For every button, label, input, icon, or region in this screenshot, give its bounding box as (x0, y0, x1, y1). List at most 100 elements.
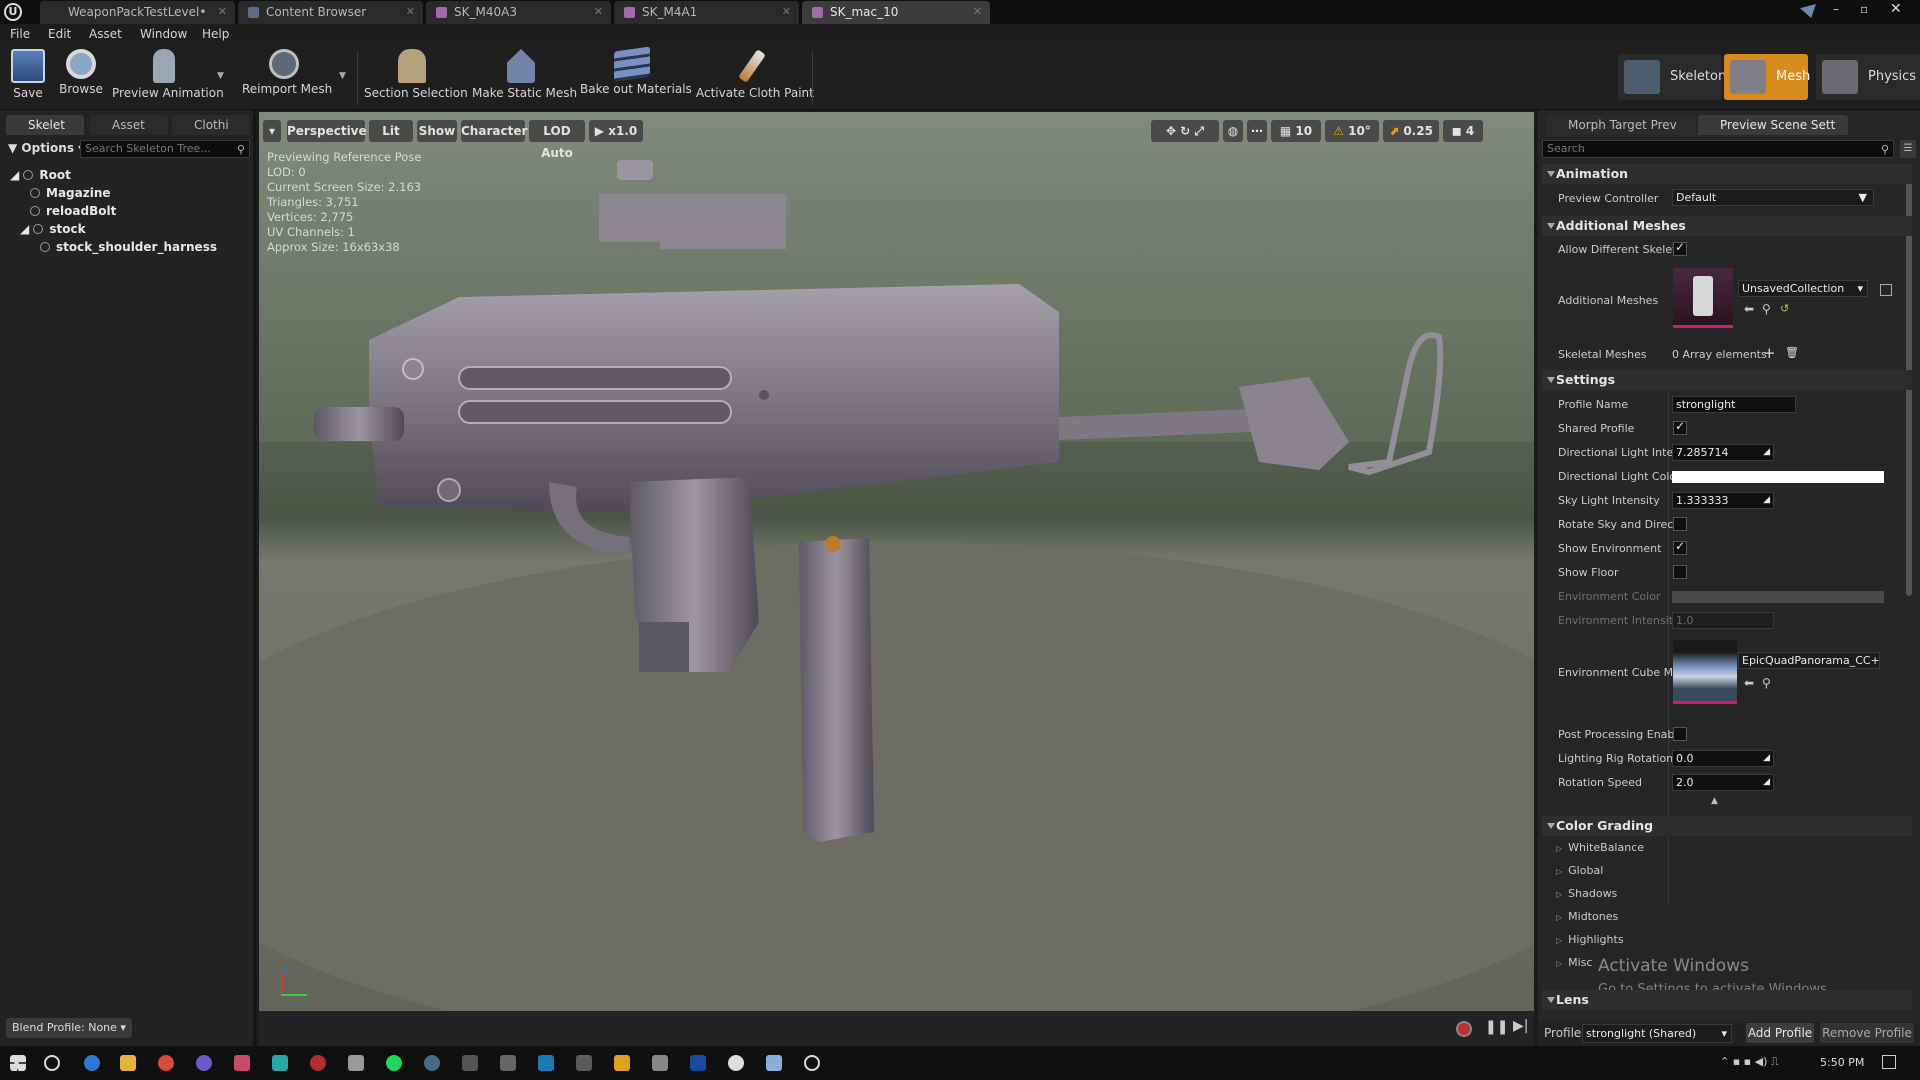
view-options-icon[interactable]: ☰ (1900, 140, 1916, 158)
environment-cube-map-dropdown[interactable]: EpicQuadPanorama_CC+E (1738, 652, 1880, 669)
show-floor-checkbox[interactable] (1673, 565, 1687, 579)
close-icon[interactable]: ✕ (218, 1, 227, 23)
color-grading-whitebalance[interactable]: WhiteBalance (1556, 841, 1644, 854)
use-selected-arrow-icon[interactable]: ⬅ (1744, 302, 1754, 316)
file-explorer-icon[interactable] (120, 1055, 136, 1071)
step-forward-button[interactable]: ▶| (1513, 1018, 1528, 1034)
profile-selector-dropdown[interactable]: stronglight (Shared) ▾ (1582, 1024, 1732, 1043)
scale-snap-button[interactable]: ⬈ 0.25 (1383, 120, 1439, 142)
reset-icon[interactable]: ↺ (1780, 302, 1789, 315)
browse-asset-icon[interactable]: ⚲ (1762, 302, 1771, 316)
record-button[interactable] (1456, 1021, 1472, 1037)
additional-meshes-dropdown[interactable]: UnsavedCollection ▾ (1738, 280, 1868, 297)
section-color-grading[interactable]: Color Grading (1542, 816, 1912, 836)
blend-profile-dropdown[interactable]: Blend Profile: None ▾ (6, 1018, 132, 1038)
cube-map-thumbnail[interactable] (1673, 640, 1737, 704)
allow-different-skeletons-checkbox[interactable] (1673, 240, 1687, 256)
directional-light-intensity-input[interactable]: 7.285714 ◢ (1672, 444, 1774, 461)
notification-icon[interactable] (1800, 4, 1816, 18)
app-icon-12[interactable] (652, 1055, 668, 1071)
trash-icon[interactable]: 🗑 (1785, 346, 1799, 359)
rotation-snap-button[interactable]: ⚠ 10° (1325, 120, 1379, 142)
app-icon-6[interactable] (348, 1055, 364, 1071)
app-icon-13[interactable] (728, 1055, 744, 1071)
menu-asset[interactable]: Asset (89, 27, 122, 41)
chevron-down-icon[interactable]: ▼ (217, 71, 224, 81)
environment-color-swatch[interactable] (1672, 591, 1884, 603)
menu-file[interactable]: File (10, 27, 30, 41)
unreal-taskbar-icon[interactable] (804, 1055, 820, 1071)
color-grading-highlights[interactable]: Highlights (1556, 933, 1623, 946)
chrome-icon[interactable] (158, 1055, 174, 1071)
tab-sk-mac-10[interactable]: SK_mac_10 ✕ (802, 1, 990, 24)
activate-cloth-paint-button[interactable]: Activate Cloth Paint (696, 49, 814, 107)
tree-item-magazine[interactable]: Magazine (30, 186, 111, 200)
surface-snap-icon[interactable]: ⋯ (1247, 120, 1267, 142)
maximize-icon[interactable]: ▫ (1860, 2, 1868, 16)
preview-controller-dropdown[interactable]: Default ▼ (1672, 189, 1874, 206)
pause-button[interactable]: ❚❚ (1485, 1019, 1508, 1035)
menu-window[interactable]: Window (140, 27, 187, 41)
character-button[interactable]: Character (461, 120, 527, 142)
collapse-advanced-icon[interactable]: ▲ (1711, 796, 1718, 806)
save-collection-icon[interactable] (1880, 284, 1892, 296)
tab-content-browser[interactable]: Content Browser ✕ (238, 1, 423, 24)
close-window-icon[interactable]: ✕ (1890, 1, 1902, 17)
app-icon-5[interactable] (310, 1055, 326, 1071)
browse-asset-icon[interactable]: ⚲ (1762, 676, 1771, 690)
profile-name-input[interactable]: stronglight (1672, 396, 1796, 413)
rotate-sky-checkbox[interactable] (1673, 517, 1687, 531)
show-environment-checkbox[interactable] (1673, 539, 1687, 555)
tab-morph-target-preview[interactable]: Morph Target Prev (1546, 115, 1696, 135)
make-static-mesh-button[interactable]: Make Static Mesh (472, 49, 577, 107)
spotify-icon[interactable] (386, 1055, 402, 1071)
close-icon[interactable]: ✕ (594, 1, 603, 23)
color-grading-global[interactable]: Global (1556, 864, 1603, 877)
app-icon-9[interactable] (538, 1055, 554, 1071)
tab-preview-scene-settings[interactable]: Preview Scene Sett (1698, 115, 1848, 135)
remove-profile-button[interactable]: Remove Profile (1820, 1023, 1914, 1043)
close-icon[interactable]: ✕ (406, 1, 415, 23)
mode-physics-button[interactable]: Physics (1816, 54, 1920, 100)
rotation-speed-input[interactable]: 2.0 ◢ (1672, 774, 1774, 791)
tree-item-reloadbolt[interactable]: reloadBolt (30, 204, 116, 218)
taskbar-clock[interactable]: 5:50 PM (1820, 1056, 1864, 1069)
app-icon-3[interactable] (234, 1055, 250, 1071)
tab-weaponpacktestlevel[interactable]: WeaponPackTestLevel• ✕ (40, 1, 235, 24)
color-grading-shadows[interactable]: Shadows (1556, 887, 1617, 900)
world-space-icon[interactable]: ◍ (1223, 120, 1243, 142)
app-icon-11[interactable] (614, 1055, 630, 1071)
tree-item-stock-shoulder-harness[interactable]: stock_shoulder_harness (40, 240, 217, 254)
add-element-icon[interactable]: + (1763, 344, 1776, 362)
lod-button[interactable]: LOD Auto (529, 120, 585, 160)
preview-animation-button[interactable]: Preview Animation (112, 49, 224, 107)
section-lens[interactable]: Lens (1542, 990, 1912, 1010)
app-icon-2[interactable] (196, 1055, 212, 1071)
grid-snap-button[interactable]: ▦ 10 (1271, 120, 1321, 142)
unreal-logo-icon[interactable]: U (4, 3, 22, 21)
app-icon-8[interactable] (500, 1055, 516, 1071)
show-button[interactable]: Show (417, 120, 457, 142)
tab-sk-m4a1[interactable]: SK_M4A1 ✕ (614, 1, 799, 24)
close-icon[interactable]: ✕ (973, 1, 982, 23)
use-selected-arrow-icon[interactable]: ⬅ (1744, 676, 1754, 690)
tree-item-stock[interactable]: ◢ stock (20, 222, 86, 236)
lighting-rig-rotation-input[interactable]: 0.0 ◢ (1672, 750, 1774, 767)
section-settings[interactable]: Settings (1542, 370, 1912, 390)
post-processing-checkbox[interactable] (1673, 727, 1687, 741)
bake-out-materials-button[interactable]: Bake out Materials (580, 46, 692, 107)
close-icon[interactable]: ✕ (782, 1, 791, 23)
details-search-input[interactable]: Search ⚲ (1542, 140, 1894, 158)
save-button[interactable]: Save (8, 49, 48, 107)
app-icon-10[interactable] (576, 1055, 592, 1071)
color-grading-midtones[interactable]: Midtones (1556, 910, 1618, 923)
section-animation[interactable]: Animation (1542, 164, 1912, 184)
menu-help[interactable]: Help (202, 27, 229, 41)
chevron-down-icon[interactable]: ▼ (339, 71, 346, 81)
tree-item-root[interactable]: ◢ Root (10, 168, 71, 182)
mode-skeleton-button[interactable]: Skeleton (1618, 54, 1726, 100)
reimport-mesh-button[interactable]: Reimport Mesh (242, 49, 332, 107)
viewport-options-dropdown[interactable]: ▾ (263, 120, 281, 142)
app-icon-14[interactable] (766, 1055, 782, 1071)
lit-button[interactable]: Lit (369, 120, 413, 142)
